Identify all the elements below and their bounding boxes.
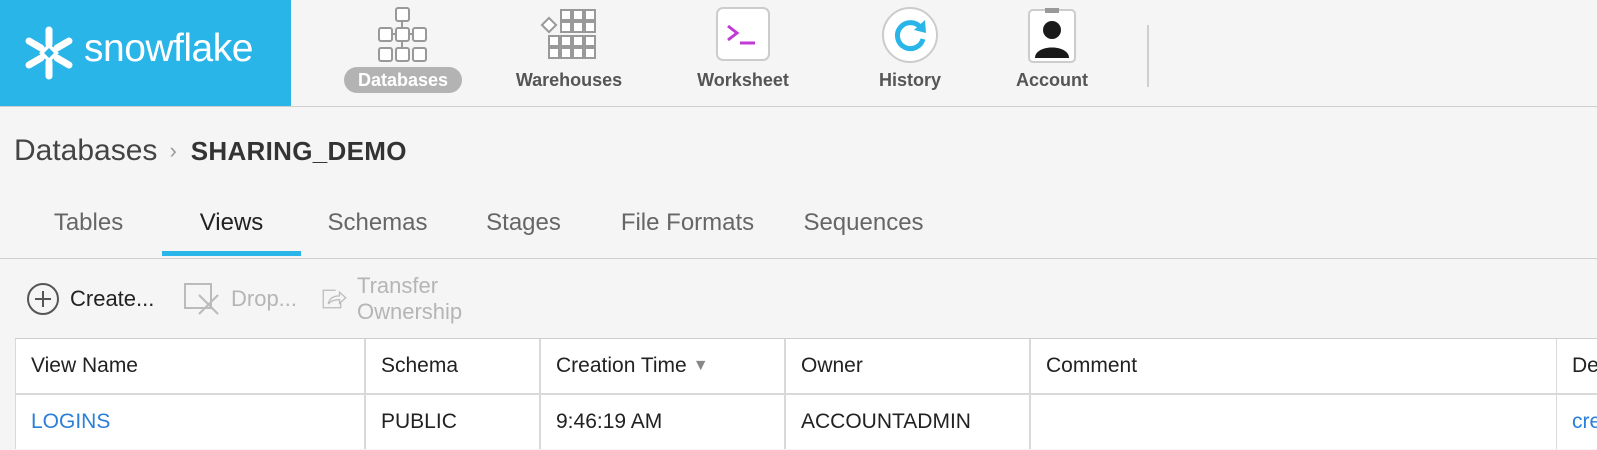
nav-worksheet-label: Worksheet <box>697 70 789 90</box>
transfer-icon <box>322 289 347 309</box>
creation-time-cell: 9:46:19 AM <box>540 395 785 449</box>
drop-icon <box>184 283 219 315</box>
tab-file-formats[interactable]: File Formats <box>610 200 765 256</box>
tab-tables[interactable]: Tables <box>30 200 147 256</box>
sort-descending-icon: ▼ <box>692 357 709 374</box>
column-header-view-name[interactable]: View Name <box>15 339 365 393</box>
owner-cell: ACCOUNTADMIN <box>785 395 1030 449</box>
tab-views[interactable]: Views <box>162 200 301 256</box>
column-header-owner[interactable]: Owner <box>785 339 1030 393</box>
warehouses-icon <box>540 9 596 59</box>
nav-warehouses-label: Warehouses <box>515 70 623 90</box>
create-button[interactable]: Create... <box>26 280 154 318</box>
nav-history[interactable]: History <box>840 0 980 106</box>
schema-cell: PUBLIC <box>365 395 540 449</box>
nav-divider <box>1147 25 1149 87</box>
transfer-ownership-label: Transfer Ownership <box>356 273 463 324</box>
nav-warehouses[interactable]: Warehouses <box>499 0 639 106</box>
breadcrumb-databases-link[interactable]: Databases <box>14 134 157 168</box>
breadcrumb: Databases › SHARING_DEMO <box>14 133 407 169</box>
account-icon <box>1028 8 1076 63</box>
worksheet-icon <box>716 7 770 61</box>
nav-databases[interactable]: Databases <box>333 0 473 106</box>
snowflake-logo[interactable]: snowflake <box>0 0 291 106</box>
tab-stages[interactable]: Stages <box>470 200 577 256</box>
column-header-schema[interactable]: Schema <box>365 339 540 393</box>
views-table: View Name Schema Creation Time ▼ Owner C… <box>15 338 1597 449</box>
table-row[interactable]: LOGINS PUBLIC 9:46:19 AM ACCOUNTADMIN cr… <box>15 395 1597 449</box>
drop-button-label: Drop... <box>231 286 298 311</box>
snowflake-logo-icon <box>25 26 73 80</box>
nav-databases-label: Databases <box>343 67 463 93</box>
column-header-creation-time[interactable]: Creation Time ▼ <box>540 339 785 393</box>
nav-history-label: History <box>878 70 941 90</box>
create-button-label: Create... <box>70 286 155 311</box>
view-name-link[interactable]: LOGINS <box>15 395 365 449</box>
column-header-comment[interactable]: Comment <box>1030 339 1557 393</box>
nav-account[interactable]: Account <box>982 0 1122 106</box>
column-header-creation-time-label: Creation Time <box>556 354 687 377</box>
transfer-ownership-button[interactable]: Transfer Ownership <box>322 273 477 324</box>
definition-link[interactable]: cre <box>1556 395 1597 449</box>
brand-name: snowflake <box>84 27 253 70</box>
chevron-right-icon: › <box>169 138 177 163</box>
nav-worksheet[interactable]: Worksheet <box>673 0 813 106</box>
table-header-row: View Name Schema Creation Time ▼ Owner C… <box>15 339 1597 395</box>
column-header-definition[interactable]: De <box>1556 339 1597 393</box>
nav-account-label: Account <box>1016 70 1088 90</box>
databases-icon <box>378 7 427 62</box>
tab-sequences[interactable]: Sequences <box>796 200 931 256</box>
top-navigation-bar: snowflake Databases Warehouses Worksheet… <box>0 0 1597 107</box>
breadcrumb-current: SHARING_DEMO <box>190 135 407 166</box>
drop-button[interactable]: Drop... <box>183 280 297 318</box>
object-tabs: Tables Views Schemas Stages File Formats… <box>0 200 1597 259</box>
tab-schemas[interactable]: Schemas <box>316 200 439 256</box>
comment-cell <box>1030 395 1557 449</box>
plus-circle-icon <box>27 283 59 315</box>
history-icon <box>882 7 938 63</box>
